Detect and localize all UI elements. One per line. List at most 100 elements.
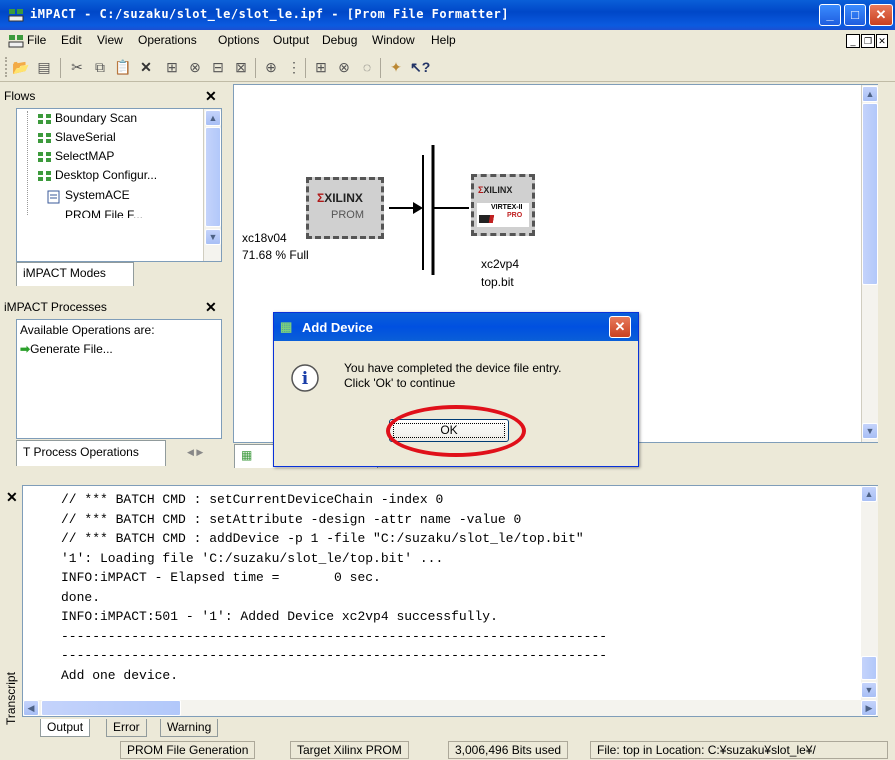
delete-icon[interactable]: ✕ [137, 58, 155, 76]
scroll-thumb[interactable] [205, 127, 221, 227]
splitter[interactable] [0, 480, 895, 482]
mdi-restore-icon[interactable]: ❐ [861, 34, 875, 48]
menu-options[interactable]: Options [218, 33, 259, 47]
mdi-minimize-icon[interactable]: _ [846, 34, 860, 48]
erase-icon[interactable]: ⊠ [232, 58, 250, 76]
processes-title: iMPACT Processes [4, 300, 107, 314]
debug-device-icon[interactable]: ⊗ [335, 58, 353, 76]
scroll-down-icon[interactable]: ▼ [861, 682, 877, 698]
transcript-hscroll[interactable]: ◀ ▶ [23, 700, 878, 716]
prom-usage: 71.68 % Full [242, 248, 309, 262]
menu-view[interactable]: View [97, 33, 123, 47]
transcript-line: '1': Loading file 'C:/suzaku/slot_le/top… [61, 550, 444, 566]
scroll-thumb[interactable] [861, 656, 877, 680]
prom-device-name: xc18v04 [242, 231, 287, 245]
transcript-close-icon[interactable]: ✕ [6, 489, 18, 506]
dialog-title: Add Device [302, 320, 373, 335]
maximize-button[interactable]: □ [844, 4, 866, 26]
verify-icon[interactable]: ⊟ [209, 58, 227, 76]
transcript-line: // *** BATCH CMD : setAttribute -design … [61, 511, 522, 527]
flows-panel-header: Flows ✕ [0, 86, 230, 108]
flows-scrollbar[interactable]: ▲ ▼ [203, 109, 221, 261]
process-generate-file[interactable]: ➡Generate File... [20, 342, 113, 361]
fpga-chip[interactable]: ΣXILINX VIRTEX-II PRO [471, 174, 535, 236]
flow-item-prom-file-formatter[interactable]: PROM File F... [47, 208, 143, 218]
scroll-up-icon[interactable]: ▲ [862, 86, 878, 102]
menu-edit[interactable]: Edit [61, 33, 82, 47]
menu-window[interactable]: Window [372, 33, 415, 47]
wizard-icon[interactable]: ✦ [387, 58, 405, 76]
minimize-button[interactable]: _ [819, 4, 841, 26]
chain-icon [37, 170, 53, 182]
transcript-line: INFO:iMPACT - Elapsed time = 0 sec. [61, 570, 381, 585]
whats-this-help-icon[interactable]: ↖? [410, 58, 430, 76]
scroll-down-icon[interactable]: ▼ [205, 229, 221, 245]
tab-error[interactable]: Error [106, 719, 147, 737]
scroll-down-icon[interactable]: ▼ [862, 423, 878, 439]
scroll-thumb[interactable] [862, 103, 878, 285]
processes-label: Available Operations are: [20, 323, 155, 337]
tab-warning[interactable]: Warning [160, 719, 219, 737]
dialog-close-button[interactable]: ✕ [609, 316, 631, 338]
mdi-close-icon[interactable]: ✕ [876, 34, 888, 48]
readback-icon[interactable]: ⋮ [285, 58, 303, 76]
fpga-file-name: top.bit [481, 275, 514, 289]
debug-chain-icon[interactable]: ⊞ [312, 58, 330, 76]
dialog-message-line2: Click 'Ok' to continue [344, 376, 456, 390]
canvas-scrollbar[interactable]: ▲ ▼ [861, 85, 878, 442]
close-button[interactable]: ✕ [869, 4, 893, 26]
tab-impact-modes[interactable]: iMPACT Modes [16, 262, 134, 286]
menu-bar: File Edit View Operations Options Output… [0, 30, 895, 52]
title-bar[interactable]: iMPACT - C:/suzaku/slot_le/slot_le.ipf -… [0, 0, 895, 30]
tab-process-operations[interactable]: T Process Operations [16, 440, 166, 466]
copy-icon[interactable]: ⧉ [91, 58, 109, 76]
transcript-line: ----------------------------------------… [61, 628, 608, 644]
info-icon: i [291, 364, 319, 392]
scroll-left-icon[interactable]: ◀ [23, 700, 39, 716]
open-icon[interactable]: 📂 [12, 58, 30, 76]
impact-app-icon [8, 9, 24, 22]
tab-output[interactable]: Output [40, 719, 91, 737]
toolbar-separator [380, 58, 381, 78]
scroll-up-icon[interactable]: ▲ [205, 110, 221, 126]
save-icon[interactable]: ▤ [35, 58, 53, 76]
flow-item-systemace[interactable]: SystemACE [47, 188, 130, 207]
toolbar-separator [255, 58, 256, 78]
transcript-side-label: Transcript [4, 672, 18, 725]
flow-item-slaveserial[interactable]: SlaveSerial [37, 130, 116, 149]
menu-help[interactable]: Help [431, 33, 456, 47]
virtex-logo: VIRTEX-II PRO [477, 203, 529, 227]
scroll-thumb[interactable] [41, 700, 181, 716]
flows-close-icon[interactable]: ✕ [205, 88, 217, 105]
menu-output[interactable]: Output [273, 33, 309, 47]
flow-item-boundary-scan[interactable]: Boundary Scan [37, 111, 137, 130]
processes-close-icon[interactable]: ✕ [205, 299, 217, 316]
menu-debug[interactable]: Debug [322, 33, 357, 47]
toolbar-separator [305, 58, 306, 78]
window-title: iMPACT - C:/suzaku/slot_le/slot_le.ipf -… [30, 7, 509, 21]
tab-scroll-arrows[interactable]: ◀ ▶ [187, 447, 217, 461]
paste-icon[interactable]: 📋 [114, 58, 132, 76]
cut-icon[interactable]: ✂ [68, 58, 86, 76]
flows-title: Flows [4, 89, 36, 103]
status-bits-used: 3,006,496 Bits used [448, 741, 569, 759]
transcript-vscroll[interactable]: ▲ ▼ [861, 486, 878, 700]
transcript-area[interactable]: // *** BATCH CMD : setCurrentDeviceChain… [22, 485, 878, 717]
scroll-right-icon[interactable]: ▶ [861, 700, 877, 716]
transcript-line: done. [61, 589, 101, 605]
program-icon[interactable]: ⊗ [186, 58, 204, 76]
device-icon[interactable]: ⊕ [262, 58, 280, 76]
refresh-icon[interactable]: ◌ [358, 58, 376, 76]
document-icon[interactable] [8, 33, 24, 49]
scroll-up-icon[interactable]: ▲ [861, 486, 877, 502]
menu-file[interactable]: File [27, 33, 46, 47]
dialog-title-bar[interactable]: ▦ Add Device ✕ [274, 313, 638, 341]
prom-chip[interactable]: ΣXILINX PROM [306, 177, 384, 239]
flow-item-selectmap[interactable]: SelectMAP [37, 149, 114, 168]
toolbar-grip[interactable] [5, 57, 8, 77]
status-file-location: File: top in Location: C:¥suzaku¥slot_le… [590, 741, 888, 759]
green-arrow-icon: ➡ [20, 342, 31, 356]
chain-icon[interactable]: ⊞ [163, 58, 181, 76]
flow-item-desktop-configuration[interactable]: Desktop Configur... [37, 168, 157, 187]
menu-operations[interactable]: Operations [138, 33, 197, 47]
